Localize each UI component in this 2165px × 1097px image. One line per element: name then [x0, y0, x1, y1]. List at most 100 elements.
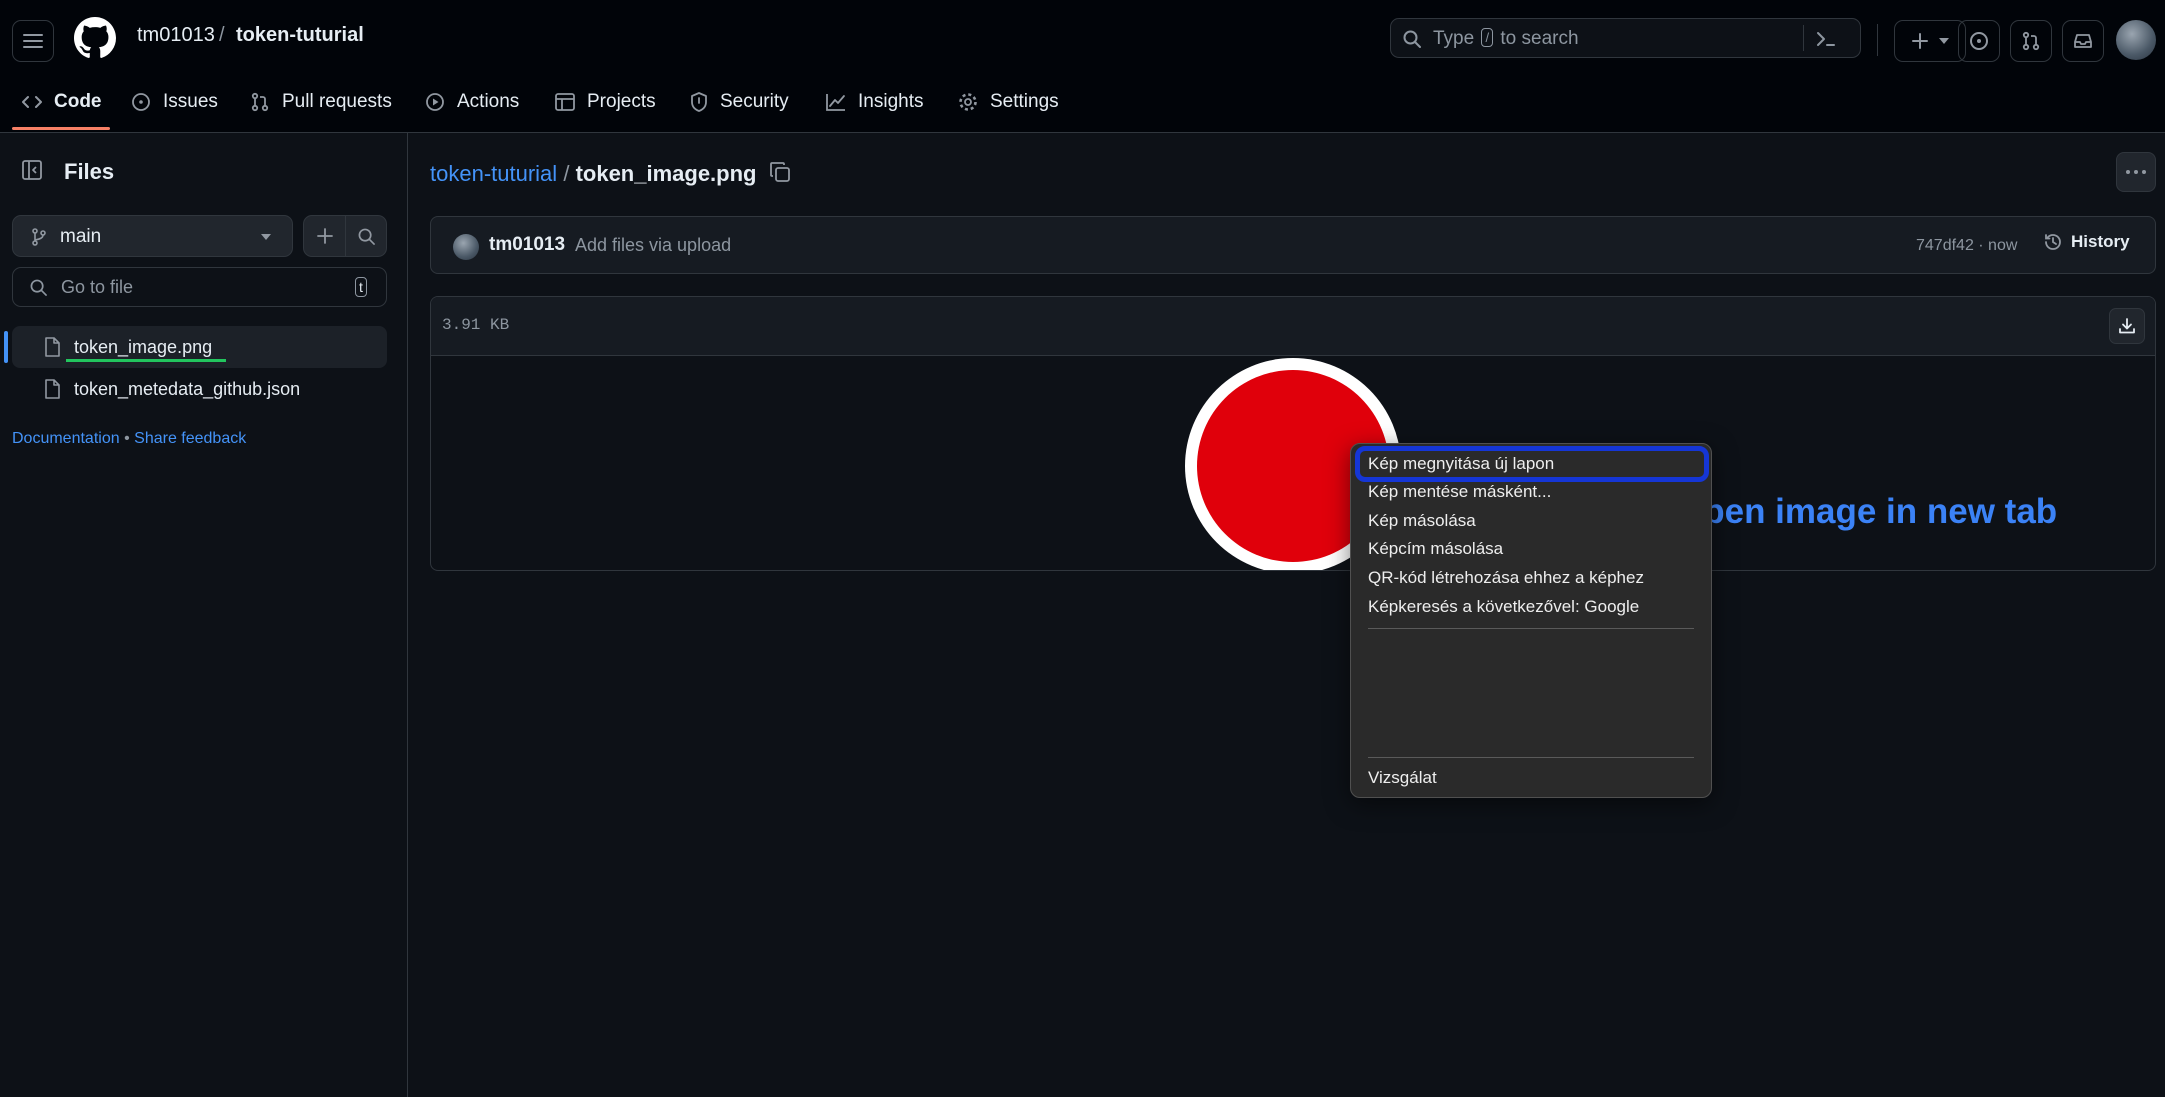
global-header: tm01013 / token-tuturial Type / to searc…: [0, 0, 2165, 133]
breadcrumb-filename: token_image.png: [575, 161, 757, 186]
file-tree-item-label: token_metedata_github.json: [74, 378, 301, 399]
menu-separator: [1368, 757, 1694, 758]
commit-meta[interactable]: 747df42 · now: [1916, 237, 2017, 255]
collapse-sidebar-button[interactable]: [14, 152, 50, 188]
menu-button[interactable]: [12, 20, 54, 62]
tab-insights[interactable]: Insights: [826, 88, 923, 116]
go-to-file-placeholder: Go to file: [61, 277, 134, 297]
file-actions-group: [303, 215, 387, 257]
download-icon: [2119, 318, 2135, 334]
file-tree-sidebar: Files main Go to file t token_image.png …: [0, 132, 408, 1097]
tab-projects[interactable]: Projects: [555, 88, 656, 116]
inbox-icon: [2074, 34, 2092, 48]
commit-author-avatar: [453, 234, 479, 260]
menu-separator: [1368, 628, 1694, 629]
branch-name: main: [60, 226, 102, 247]
more-options-button[interactable]: [2116, 152, 2156, 192]
file-tree-item[interactable]: token_metedata_github.json: [12, 368, 387, 410]
gear-icon: [959, 93, 977, 111]
breadcrumb-separator: /: [563, 161, 570, 186]
menu-item-search-image-google[interactable]: Képkeresés a következővel: Google: [1368, 597, 1639, 617]
search-divider: [1803, 25, 1804, 51]
commit-author[interactable]: tm01013: [489, 234, 565, 256]
issues-button[interactable]: [1958, 20, 2000, 62]
command-palette-icon[interactable]: [1816, 30, 1836, 48]
menu-item-save-image-as[interactable]: Kép mentése másként...: [1368, 482, 1551, 502]
copy-path-button[interactable]: [769, 161, 791, 183]
history-button[interactable]: History: [2043, 232, 2130, 252]
search-input[interactable]: Type / to search: [1390, 18, 1861, 58]
tab-settings[interactable]: Settings: [958, 88, 1059, 116]
menu-item-copy-image-address[interactable]: Képcím másolása: [1368, 539, 1503, 559]
git-branch-icon: [32, 228, 46, 246]
git-pull-request-icon: [2022, 31, 2040, 51]
tab-security[interactable]: Security: [690, 88, 789, 116]
green-underline-annotation: [66, 359, 226, 362]
tab-code-label: Code: [54, 91, 102, 112]
repo-link[interactable]: token-tuturial: [236, 24, 364, 47]
image-context-menu: Kép megnyitása új lapon Kép mentése másk…: [1350, 443, 1712, 798]
search-files-button[interactable]: [346, 216, 386, 256]
go-to-file-shortcut: t: [355, 277, 367, 297]
branch-selector[interactable]: main: [12, 215, 293, 257]
shield-icon: [691, 92, 707, 112]
search-placeholder: Type / to search: [1433, 28, 1579, 50]
play-icon: [426, 93, 444, 111]
tab-pull-requests[interactable]: Pull requests: [250, 88, 392, 116]
sidebar-footer-links: Documentation • Share feedback: [12, 430, 246, 448]
tab-projects-label: Projects: [587, 91, 656, 112]
file-icon: [45, 337, 60, 357]
tab-insights-label: Insights: [858, 91, 924, 112]
user-avatar[interactable]: [2116, 20, 2156, 60]
github-logo-icon[interactable]: [74, 17, 116, 59]
menu-item-copy-image[interactable]: Kép másolása: [1368, 511, 1476, 531]
footer-bullet: •: [124, 430, 130, 447]
code-icon: [22, 96, 42, 108]
tab-actions-label: Actions: [457, 91, 520, 112]
sidebar-title: Files: [64, 159, 115, 184]
latest-commit-bar: tm01013 Add files via upload 747df42 · n…: [430, 216, 2156, 274]
search-shortcut-key: /: [1481, 28, 1494, 47]
add-file-button[interactable]: [304, 216, 346, 256]
tab-code[interactable]: Code: [22, 88, 102, 116]
sidebar-collapse-icon: [22, 160, 42, 180]
caret-down-icon: [261, 234, 271, 240]
graph-icon: [826, 94, 845, 111]
hamburger-icon: [23, 34, 43, 48]
file-tree-item-label: token_image.png: [74, 336, 213, 357]
annotation-label: Open image in new tab: [1676, 492, 2058, 531]
active-tab-underline: [12, 127, 110, 130]
breadcrumb-repo-link[interactable]: token-tuturial: [430, 161, 557, 186]
create-new-button[interactable]: [1894, 20, 1966, 62]
search-icon: [1403, 30, 1421, 48]
menu-item-inspect[interactable]: Vizsgálat: [1368, 768, 1437, 788]
owner-link[interactable]: tm01013: [137, 24, 215, 47]
tab-issues[interactable]: Issues: [131, 88, 218, 116]
plus-icon: [1912, 33, 1928, 49]
tab-settings-label: Settings: [990, 91, 1059, 112]
breadcrumb-separator: /: [219, 24, 225, 46]
tab-pull-requests-label: Pull requests: [282, 91, 392, 112]
tab-actions[interactable]: Actions: [425, 88, 519, 116]
file-breadcrumb: token-tuturial / token_image.png: [430, 161, 756, 187]
inbox-button[interactable]: [2062, 20, 2104, 62]
commit-message[interactable]: Add files via upload: [575, 235, 731, 256]
tab-security-label: Security: [720, 91, 789, 112]
menu-item-highlight-annotation: [1355, 446, 1709, 482]
copy-icon: [770, 162, 790, 182]
pull-requests-button[interactable]: [2010, 20, 2052, 62]
menu-item-create-qr-code[interactable]: QR-kód létrehozása ehhez a képhez: [1368, 568, 1644, 588]
file-viewer-header: 3.91 KB: [431, 297, 2155, 356]
history-icon: [2045, 234, 2061, 250]
issue-opened-icon: [1970, 32, 1988, 50]
documentation-link[interactable]: Documentation: [12, 430, 120, 447]
kebab-horizontal-icon: [2126, 170, 2146, 174]
history-label: History: [2071, 232, 2130, 251]
share-feedback-link[interactable]: Share feedback: [134, 430, 246, 447]
go-to-file-input[interactable]: Go to file t: [12, 267, 387, 307]
selected-file-indicator: [4, 331, 8, 363]
issue-icon: [132, 93, 150, 111]
header-divider: [1877, 24, 1878, 56]
download-raw-button[interactable]: [2109, 308, 2145, 344]
search-icon: [30, 279, 47, 296]
